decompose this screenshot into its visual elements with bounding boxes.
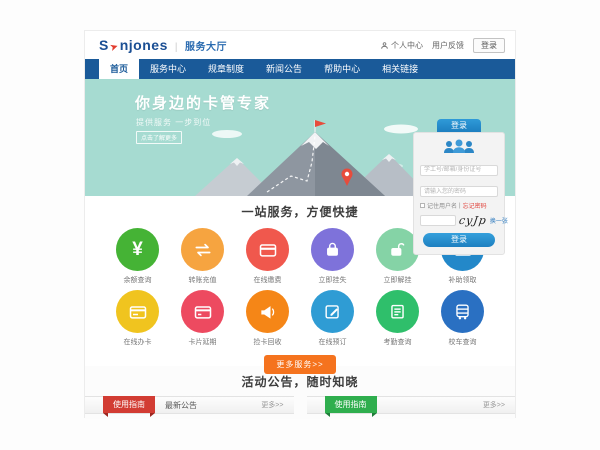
service-item-pay[interactable]: 在线缴费 [235,223,300,285]
service-item-school-bus[interactable]: 校车查询 [430,285,495,347]
card-renewal-circle[interactable] [181,290,224,333]
service-item-card-renewal[interactable]: 卡片延期 [170,285,235,347]
login-tab[interactable]: 登录 [437,119,481,132]
service-label: 校车查询 [449,337,477,347]
hero-cta-button[interactable]: 点击了解更多 [136,131,182,144]
captcha-input[interactable] [420,215,456,226]
service-label: 在线缴费 [254,275,282,285]
header-right: 个人中心 用户反馈 登录 [380,38,505,53]
service-label: 捡卡回收 [254,337,282,347]
remember-label: 记住用户名 [427,201,457,210]
attendance-circle[interactable] [376,290,419,333]
more-link-left[interactable]: 更多>> [261,400,283,410]
list-icon [388,302,407,321]
service-label: 在线办卡 [124,337,152,347]
lock-icon [323,240,342,259]
hero-banner: 你身边的卡管专家 提供服务 一步到位 点击了解更多 登录 [85,79,515,196]
announcements-section: 活动公告，随时知晓 使用指南 最新公告 更多>> 使用指南 更多>> [85,366,515,419]
password-input[interactable] [420,186,498,197]
nav-item-help[interactable]: 帮助中心 [313,59,371,79]
yen-icon: ¥ [132,239,143,261]
service-item-transfer[interactable]: 转账充值 [170,223,235,285]
announcement-bars: 使用指南 最新公告 更多>> 使用指南 更多>> [85,390,515,414]
transfer-arrows-icon [193,240,213,260]
service-label: 余额查询 [124,275,152,285]
remember-checkbox[interactable] [420,203,425,208]
nav-item-rules[interactable]: 规章制度 [197,59,255,79]
logo[interactable]: S ➤ njones | 服务大厅 [99,37,227,53]
usage-guide-tab-green[interactable]: 使用指南 [325,396,377,413]
school-bus-circle[interactable] [441,290,484,333]
nav-item-links[interactable]: 相关链接 [371,59,429,79]
login-panel: 登录 记住用户名 | 忘记密码 [413,119,505,255]
user-icon [380,41,389,50]
bus-icon [453,302,472,321]
card-clock-icon [193,302,213,322]
credit-card-icon [258,240,278,260]
service-label: 转账充值 [189,275,217,285]
service-label: 考勤查询 [384,337,412,347]
guide-panel-left: 使用指南 最新公告 更多>> [85,396,294,414]
usage-guide-tab-red[interactable]: 使用指南 [103,396,155,413]
login-card: 记住用户名 | 忘记密码 cyJp 换一张 登录 [413,132,505,255]
user-feedback-link[interactable]: 用户反馈 [432,40,464,51]
captcha-row: cyJp 换一张 [420,214,498,227]
logo-rest: njones [120,37,168,53]
service-label: 卡片延期 [189,337,217,347]
guide-panel-right: 使用指南 更多>> [307,396,516,414]
nav-item-home[interactable]: 首页 [99,59,139,79]
report-loss-circle[interactable] [311,228,354,271]
header-login-button[interactable]: 登录 [473,38,505,53]
captcha-refresh-link[interactable]: 换一张 [490,216,508,225]
forgot-password-link[interactable]: 忘记密码 [463,201,487,210]
unlock-icon [388,240,407,259]
service-item-online-booking[interactable]: 在线预订 [300,285,365,347]
service-label: 立即挂失 [319,275,347,285]
service-label: 立即解挂 [384,275,412,285]
nav-item-news[interactable]: 新闻公告 [255,59,313,79]
service-item-attendance[interactable]: 考勤查询 [365,285,430,347]
mountain-illustration [195,116,430,196]
username-input[interactable] [420,165,498,176]
service-label: 补助领取 [449,275,477,285]
service-item-balance[interactable]: ¥ 余额查询 [105,223,170,285]
megaphone-icon [258,302,278,322]
pay-circle[interactable] [246,228,289,271]
more-services-button[interactable]: 更多服务>> [264,355,335,374]
personal-center-label: 个人中心 [391,40,423,51]
logo-s: S [99,37,109,53]
main-nav: 首页 服务中心 规章制度 新闻公告 帮助中心 相关链接 [85,59,515,79]
hero-title: 你身边的卡管专家 [135,92,271,113]
found-card-circle[interactable] [246,290,289,333]
separator: | [459,203,461,209]
service-item-apply-card[interactable]: 在线办卡 [105,285,170,347]
logo-arrow-icon: ➤ [108,41,120,54]
logo-divider: | [175,42,178,53]
edit-pencil-icon [323,302,342,321]
nav-item-service-center[interactable]: 服务中心 [139,59,197,79]
service-item-report-loss[interactable]: 立即挂失 [300,223,365,285]
latest-announcements-tab[interactable]: 最新公告 [165,400,197,411]
online-booking-circle[interactable] [311,290,354,333]
card-icon [128,302,148,322]
service-item-found-card[interactable]: 捡卡回收 [235,285,300,347]
transfer-circle[interactable] [181,228,224,271]
more-link-right[interactable]: 更多>> [483,400,505,410]
users-icon [443,139,475,154]
remember-row: 记住用户名 | 忘记密码 [420,201,498,210]
hero-subtitle: 提供服务 一步到位 [136,117,211,128]
balance-circle[interactable]: ¥ [116,228,159,271]
personal-center-link[interactable]: 个人中心 [380,40,423,51]
portal-page: S ➤ njones | 服务大厅 个人中心 用户反馈 登录 首页 服务中心 规… [84,30,516,418]
apply-card-circle[interactable] [116,290,159,333]
product-name: 服务大厅 [185,38,227,53]
captcha-image[interactable]: cyJp [458,214,488,227]
feedback-label: 用户反馈 [432,40,464,51]
service-label: 在线预订 [319,337,347,347]
login-submit-button[interactable]: 登录 [423,233,495,247]
top-header: S ➤ njones | 服务大厅 个人中心 用户反馈 登录 [85,31,515,59]
